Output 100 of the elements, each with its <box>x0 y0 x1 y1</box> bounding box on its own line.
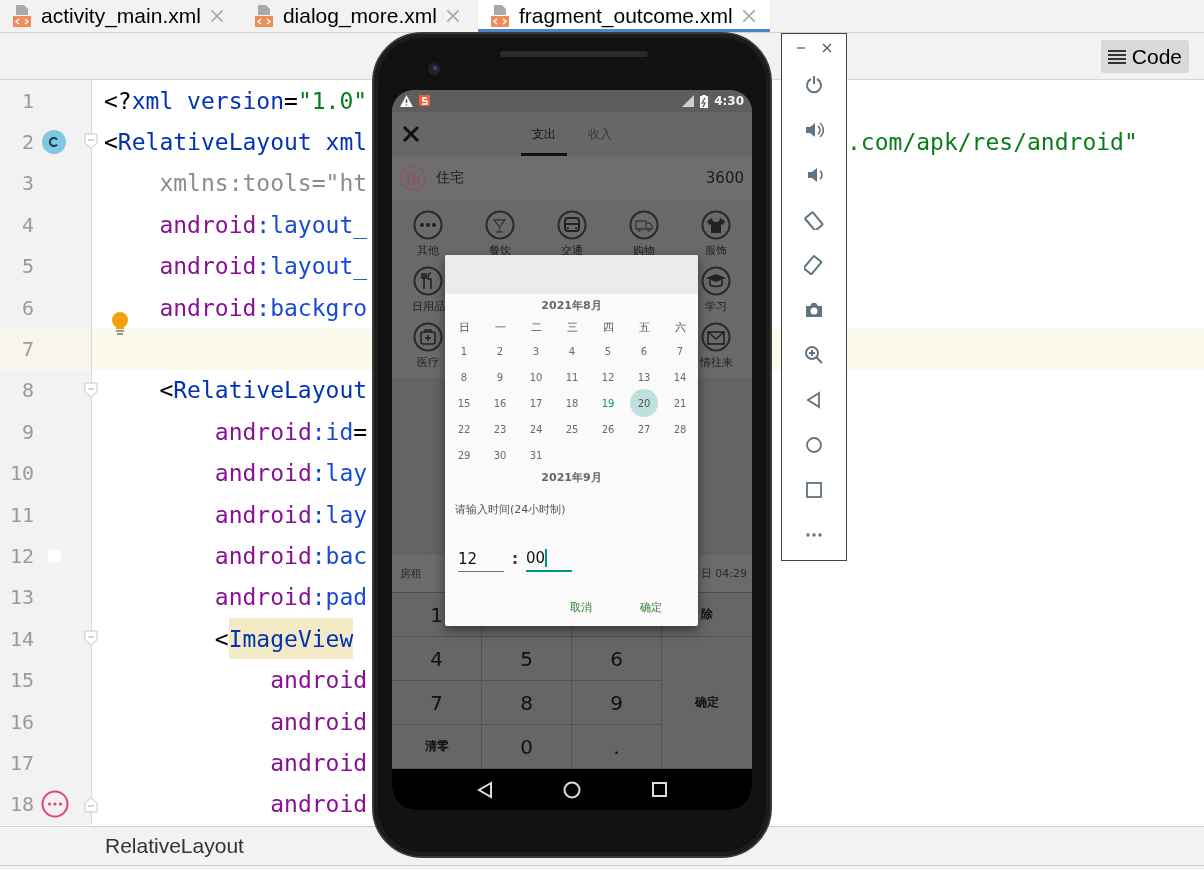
calendar-day[interactable]: 22 <box>446 416 482 442</box>
warning-icon <box>400 95 413 107</box>
shirt-icon <box>701 210 731 240</box>
code-token: :id <box>311 418 354 445</box>
building-icon <box>400 165 426 191</box>
volume-up-icon[interactable] <box>804 119 824 140</box>
code-token: .com/apk/res/android" <box>847 129 1138 156</box>
line-number: 3 <box>20 171 34 196</box>
note-label: 房租 <box>400 566 422 581</box>
calendar-day[interactable]: 10 <box>518 364 554 390</box>
code-token: android <box>159 253 257 280</box>
lines-icon <box>1107 48 1126 65</box>
category-item[interactable]: 其他 <box>392 210 464 260</box>
month-title: 2021年9月 <box>541 469 602 485</box>
back-icon[interactable] <box>477 780 494 799</box>
editor-tab[interactable]: activity_main.xml <box>0 0 238 32</box>
lightbulb-icon[interactable] <box>111 312 129 337</box>
close-icon[interactable] <box>402 125 420 143</box>
rotate-right-icon[interactable] <box>804 254 824 275</box>
dialog-button[interactable]: 取消 <box>566 594 596 621</box>
editor-tab[interactable]: fragment_outcome.xml <box>477 0 770 32</box>
weekday-label: 五 <box>637 319 651 336</box>
calendar-day[interactable]: 23 <box>482 416 518 442</box>
breadcrumb[interactable]: RelativeLayout <box>105 834 244 858</box>
keypad-key[interactable]: 6 <box>572 637 662 681</box>
calendar-day[interactable]: 21 <box>662 390 698 416</box>
code-token: android <box>214 543 312 569</box>
keypad-key[interactable]: 9 <box>572 681 662 725</box>
code-token: android <box>270 791 368 818</box>
zoom-icon[interactable] <box>804 344 824 365</box>
line-number: 6 <box>20 295 34 320</box>
xml-file-icon <box>12 4 32 28</box>
calendar-day[interactable]: 30 <box>482 442 518 468</box>
calendar-day[interactable]: 18 <box>554 390 590 416</box>
calendar-day[interactable]: 9 <box>482 364 518 390</box>
calendar-day[interactable]: 12 <box>590 364 626 390</box>
signal-icon <box>682 95 695 107</box>
month-title: 2021年8月 <box>541 297 602 313</box>
code-token: :layout_ <box>256 211 368 238</box>
amount: 3600 <box>705 169 744 187</box>
calendar-day[interactable]: 28 <box>662 416 698 442</box>
line-number: 13 <box>8 585 34 610</box>
overview-icon[interactable] <box>651 782 667 797</box>
calendar-day[interactable]: 6 <box>626 338 662 364</box>
calendar-day[interactable]: 14 <box>662 364 698 390</box>
close-icon[interactable] <box>822 43 832 53</box>
app-notification-icon <box>419 95 431 107</box>
calendar-day[interactable]: 4 <box>554 338 590 364</box>
code-token: :layout_ <box>256 253 368 280</box>
category-name: 住宅 <box>436 169 464 187</box>
category-item[interactable]: 服饰 <box>680 210 752 260</box>
calendar-day[interactable]: 8 <box>446 364 482 390</box>
calendar-day[interactable]: 11 <box>554 364 590 390</box>
calendar-day[interactable]: 26 <box>590 416 626 442</box>
calendar-day[interactable]: 31 <box>518 442 554 468</box>
line-number: 15 <box>8 668 34 693</box>
weekday-label: 二 <box>529 319 543 336</box>
keypad-key[interactable]: 4 <box>392 637 482 681</box>
medical-kit-icon <box>413 322 443 352</box>
keypad-key[interactable]: 5 <box>482 637 572 681</box>
weekday-label: 日 <box>457 319 471 336</box>
code-token: < <box>214 625 229 652</box>
time-field[interactable]: 00 <box>526 546 572 572</box>
calendar-day[interactable]: 24 <box>518 416 554 442</box>
editor-tab[interactable]: dialog_more.xml <box>241 0 474 32</box>
calendar-day[interactable]: 27 <box>626 416 662 442</box>
line-number: 9 <box>20 419 34 444</box>
calendar-day[interactable]: 3 <box>518 338 554 364</box>
line-number: 17 <box>8 750 34 775</box>
power-icon[interactable] <box>804 74 824 95</box>
weekday-label: 一 <box>493 319 507 336</box>
time-separator: : <box>512 550 518 570</box>
envelope-icon <box>701 322 731 352</box>
tab[interactable]: 支出 <box>521 112 567 156</box>
code-token: xmlns:tools="ht <box>159 170 368 197</box>
keypad-key[interactable]: 8 <box>482 681 572 725</box>
weekday-label: 六 <box>673 319 687 336</box>
line-number: 8 <box>20 378 34 403</box>
calendar-day[interactable]: 2 <box>482 338 518 364</box>
calendar-day[interactable]: 1 <box>446 338 482 364</box>
calendar-day[interactable]: 15 <box>446 390 482 416</box>
time-field[interactable]: 12 <box>458 546 504 572</box>
calendar-day[interactable]: 19 <box>590 390 626 416</box>
calendar-day[interactable]: 25 <box>554 416 590 442</box>
code-view-button[interactable]: Code <box>1100 40 1189 73</box>
calendar-day[interactable]: 17 <box>518 390 554 416</box>
class-badge-icon[interactable] <box>41 129 67 156</box>
code-token: "1.0" <box>297 87 368 114</box>
bus-icon <box>557 210 587 240</box>
code-token: < <box>159 377 174 404</box>
home-icon[interactable] <box>563 780 582 799</box>
calendar-day[interactable]: 13 <box>626 364 662 390</box>
calendar-day[interactable]: 16 <box>482 390 518 416</box>
calendar-day[interactable]: 29 <box>446 442 482 468</box>
rotate-left-icon[interactable] <box>804 209 824 230</box>
code-token: :lay <box>311 501 368 528</box>
calendar-day[interactable]: 7 <box>662 338 698 364</box>
calendar-day[interactable]: 5 <box>590 338 626 364</box>
more-badge-icon[interactable] <box>41 790 69 819</box>
keypad-key[interactable]: 7 <box>392 681 482 725</box>
